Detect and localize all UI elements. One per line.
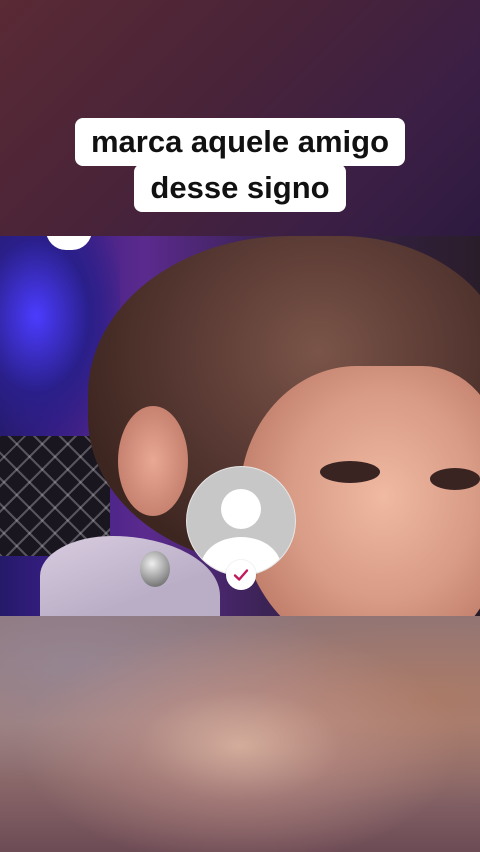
avatar-head-shape — [221, 489, 261, 529]
person-eye-right — [430, 468, 480, 490]
caption-line-1: marca aquele amigo — [74, 118, 406, 166]
person-ear — [118, 406, 188, 516]
checkmark-glyph — [233, 569, 249, 581]
caption-line-2: desse signo — [134, 164, 346, 212]
caption-overlay: marca aquele amigo desse signo — [0, 118, 480, 212]
checkmark-icon[interactable] — [226, 560, 256, 590]
earring — [140, 551, 170, 587]
person-eye-left — [320, 461, 380, 483]
bottom-blur-band — [0, 616, 480, 852]
profile-avatar-button[interactable] — [186, 466, 296, 590]
